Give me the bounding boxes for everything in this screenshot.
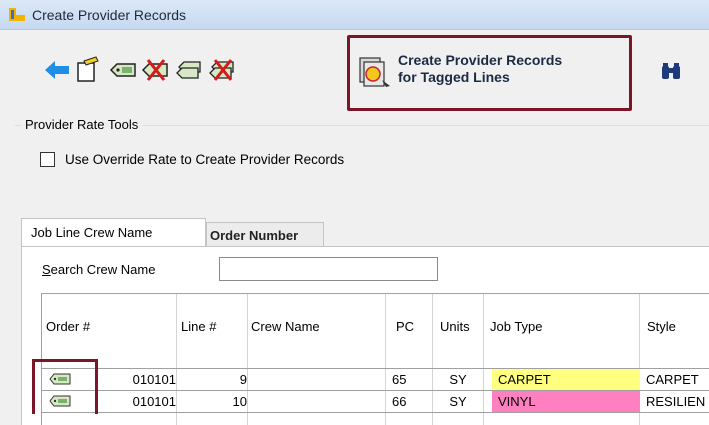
provider-lines-grid: Order # Line # Crew Name PC Units Job Ty… [41, 293, 709, 425]
edit-document-button[interactable] [72, 55, 102, 85]
app-icon [9, 8, 25, 21]
cell-line: 9 [239, 372, 247, 387]
col-header-line-text: Line # [181, 319, 217, 334]
override-rate-checkbox[interactable] [40, 152, 55, 167]
cell-order: 010101 [132, 372, 176, 387]
cell-order: 010101 [132, 394, 176, 409]
col-header-order-text: Order # [46, 319, 91, 334]
back-arrow-icon [45, 61, 69, 79]
back-button[interactable] [42, 55, 72, 85]
create-label-line1: Create Provider Records [398, 52, 563, 68]
cell-units: SY [449, 372, 467, 387]
search-crew-name-label: Search Crew Name [42, 262, 155, 277]
search-label-accel: S [42, 262, 51, 277]
untag-all-icon [209, 59, 234, 81]
find-button[interactable] [660, 60, 682, 82]
binoculars-icon [662, 63, 680, 79]
untag-all-button[interactable] [207, 55, 237, 85]
cell-style: RESILIEN [646, 394, 706, 409]
search-label-rest: earch Crew Name [50, 262, 156, 277]
edit-document-icon [77, 56, 99, 82]
tag-all-icon [176, 61, 201, 79]
cell-crew [248, 391, 386, 413]
cell-line: 10 [232, 394, 247, 409]
untag-icon [141, 59, 168, 81]
col-header-crew-text: Crew Name [251, 319, 320, 334]
cell-crew [248, 369, 386, 391]
provider-rate-tools-label: Provider Rate Tools [21, 117, 143, 132]
table-row[interactable]: 010101 9 65 SY CARPET CARPET [42, 368, 709, 391]
tab-job-line-crew-name[interactable]: Job Line Crew Name [21, 218, 206, 246]
col-header-units-text: Units [440, 319, 470, 334]
col-header-style-text: Style [647, 319, 676, 334]
window-title: Create Provider Records [32, 7, 187, 23]
untag-button[interactable] [140, 55, 170, 85]
tab-order-number[interactable]: Order Number [206, 222, 324, 246]
cell-pc: 65 [392, 372, 407, 387]
tag-all-button[interactable] [174, 55, 204, 85]
table-row-partial [42, 412, 709, 425]
tag-icon [109, 63, 136, 77]
cell-style: CARPET [646, 372, 699, 387]
search-crew-name-input[interactable] [219, 257, 438, 281]
create-provider-records-button[interactable]: Create Provider Records for Tagged Lines [356, 50, 626, 98]
col-header-pc-text: PC [396, 319, 415, 334]
create-provider-records-label: Create Provider Records for Tagged Lines [398, 52, 628, 86]
row-tag-highlight-box [32, 359, 98, 414]
tag-button[interactable] [108, 55, 138, 85]
cell-job-type: VINYL [492, 391, 640, 413]
create-label-line2: for Tagged Lines [398, 69, 510, 85]
toolbar: Create Provider Records for Tagged Lines [0, 30, 709, 114]
title-bar: Create Provider Records [0, 0, 709, 30]
cell-pc: 66 [392, 394, 407, 409]
col-header-job-type-text: Job Type [490, 319, 543, 334]
override-rate-label: Use Override Rate to Create Provider Rec… [65, 152, 345, 167]
table-row[interactable]: 010101 10 66 SY VINYL RESILIEN [42, 390, 709, 413]
cell-job-type: CARPET [492, 369, 640, 391]
cell-units: SY [449, 394, 467, 409]
provider-records-icon [359, 57, 390, 87]
